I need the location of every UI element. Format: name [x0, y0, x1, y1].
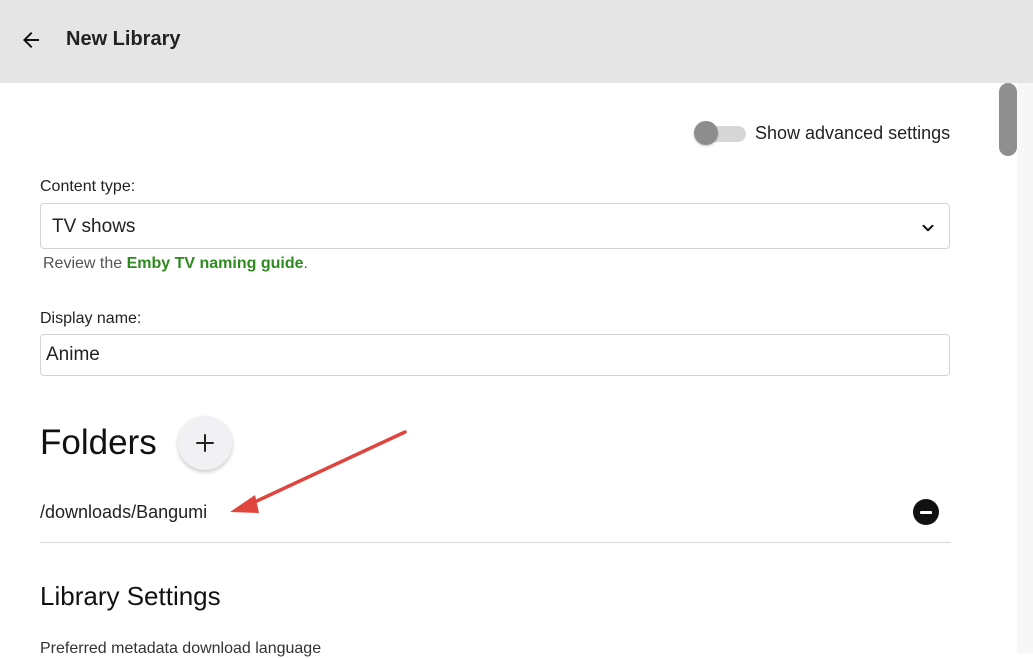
advanced-settings-label: Show advanced settings — [755, 123, 951, 143]
content-type-select[interactable]: TV shows — [40, 203, 950, 249]
minus-circle-icon — [920, 510, 932, 514]
folder-path: /downloads/Bangumi — [40, 502, 208, 522]
display-name-input[interactable] — [40, 334, 950, 376]
plus-icon — [196, 434, 214, 452]
metadata-language-label: Preferred metadata download language — [40, 640, 322, 657]
content-type-label: Content type: — [40, 178, 136, 195]
content-type-hint: Review the Emby TV naming guide. — [43, 255, 308, 273]
chevron-down-icon — [922, 224, 934, 232]
content-type-selected-value: TV shows — [52, 216, 136, 237]
remove-folder-button[interactable] — [913, 499, 939, 525]
add-folder-button[interactable] — [178, 416, 232, 470]
folder-list-item: /downloads/Bangumi — [40, 490, 951, 543]
page-title: New Library — [66, 28, 181, 50]
top-app-bar: New Library — [0, 0, 1033, 83]
display-name-label: Display name: — [40, 310, 142, 327]
hint-suffix: . — [303, 255, 308, 272]
scrollbar-thumb[interactable] — [999, 83, 1017, 156]
folders-heading: Folders — [40, 423, 157, 462]
toggle-knob — [694, 121, 718, 145]
advanced-settings-toggle[interactable] — [694, 120, 748, 146]
hint-prefix: Review the — [43, 255, 127, 272]
arrow-left-icon — [23, 32, 39, 48]
scrollbar-track[interactable] — [1017, 83, 1033, 653]
back-button[interactable] — [14, 24, 48, 56]
naming-guide-link[interactable]: Emby TV naming guide — [127, 255, 304, 272]
library-settings-heading: Library Settings — [40, 581, 221, 611]
